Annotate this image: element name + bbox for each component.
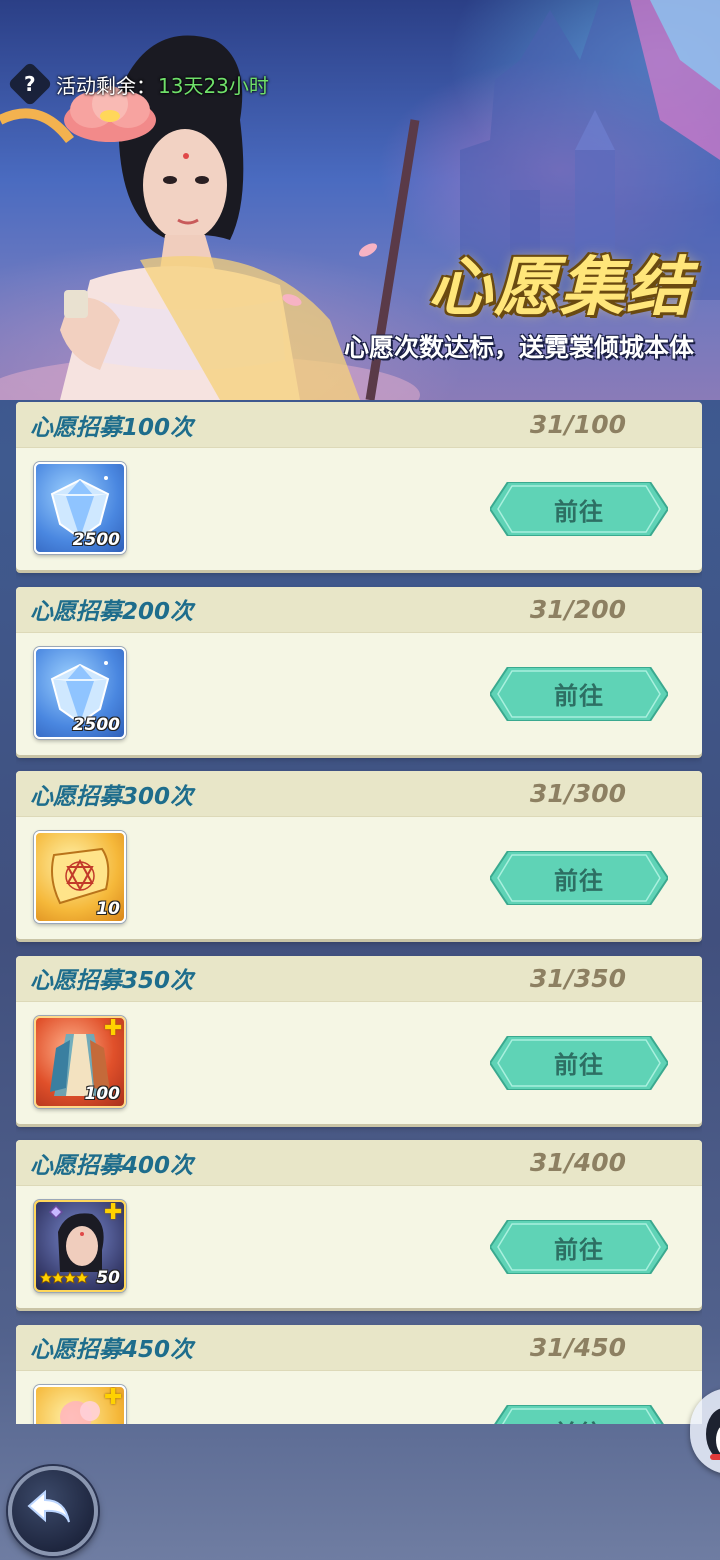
question-icon[interactable]: ? bbox=[7, 61, 53, 107]
event-subtitle: 心愿次数达标，送霓裳倾城本体 bbox=[343, 333, 694, 362]
back-button[interactable] bbox=[8, 1466, 98, 1556]
task-progress: 31/200 bbox=[529, 594, 626, 624]
floating-assistant[interactable] bbox=[690, 1388, 720, 1474]
go-button-label: 前往 bbox=[554, 682, 604, 710]
reward-count: 2500 bbox=[72, 714, 120, 735]
reward-count: 2500 bbox=[72, 530, 120, 550]
back-arrow-icon bbox=[27, 1489, 70, 1523]
plus-badge-icon: ✚ bbox=[104, 1015, 123, 1041]
reward-count: 10 bbox=[96, 899, 120, 919]
reward-item[interactable]: ✚ 50 bbox=[34, 1200, 126, 1292]
task-card: 心愿招募450次 31/450 ✚ 前往 bbox=[16, 1324, 702, 1424]
timer-label: 活动剩余： bbox=[56, 73, 156, 98]
task-title: 心愿招募400次 bbox=[30, 1152, 194, 1179]
task-title: 心愿招募100次 bbox=[30, 414, 194, 441]
go-button[interactable]: 前往 bbox=[490, 1220, 668, 1274]
plus-badge-icon: ✚ bbox=[104, 1384, 123, 1410]
task-progress: 31/100 bbox=[529, 410, 626, 439]
reward-count: 100 bbox=[84, 1083, 121, 1104]
go-button-label: 前往 bbox=[554, 1414, 604, 1424]
go-button[interactable]: 前往 bbox=[490, 851, 668, 905]
task-card: 心愿招募200次 31/200 2500 前往 bbox=[16, 586, 702, 755]
reward-item[interactable]: ✚ 100 bbox=[34, 1015, 126, 1108]
task-header: 心愿招募350次 31/350 bbox=[16, 955, 702, 1002]
reward-item[interactable]: 2500 bbox=[34, 462, 126, 554]
task-header: 心愿招募450次 31/450 bbox=[16, 1324, 702, 1371]
event-timer: ? 活动剩余： 13天23小时 bbox=[7, 61, 269, 107]
go-button[interactable]: 前往 bbox=[490, 1404, 668, 1424]
reward-item[interactable]: ✚ bbox=[34, 1384, 126, 1424]
plus-badge-icon: ✚ bbox=[104, 1200, 123, 1225]
task-title: 心愿招募450次 bbox=[30, 1337, 194, 1363]
task-progress: 31/400 bbox=[529, 1148, 626, 1177]
task-title: 心愿招募300次 bbox=[30, 783, 194, 810]
task-title: 心愿招募200次 bbox=[30, 599, 194, 625]
task-progress: 31/450 bbox=[529, 1332, 626, 1362]
task-card: 心愿招募300次 31/300 10 前往 bbox=[16, 771, 702, 939]
go-button-label: 前往 bbox=[554, 1051, 604, 1079]
task-header: 心愿招募400次 31/400 bbox=[16, 1140, 702, 1186]
task-title: 心愿招募350次 bbox=[30, 968, 194, 994]
task-progress: 31/350 bbox=[529, 963, 626, 993]
event-banner: ? 活动剩余： 13天23小时 心愿集结 心愿次数达标，送霓裳倾城本体 bbox=[0, 0, 720, 400]
penguin-icon bbox=[706, 1408, 720, 1460]
task-header: 心愿招募200次 31/200 bbox=[16, 586, 702, 633]
timer-value: 13天23小时 bbox=[158, 73, 269, 98]
go-button[interactable]: 前往 bbox=[490, 1035, 668, 1090]
task-header: 心愿招募300次 31/300 bbox=[16, 771, 702, 817]
go-button-label: 前往 bbox=[554, 497, 604, 526]
reward-item[interactable]: 2500 bbox=[34, 646, 126, 739]
go-button-label: 前往 bbox=[554, 1235, 604, 1264]
task-card: 心愿招募350次 31/350 ✚ 100 前往 bbox=[16, 955, 702, 1124]
reward-item[interactable]: 10 bbox=[34, 831, 126, 923]
task-card: 心愿招募100次 31/100 2500 前往 bbox=[16, 402, 702, 570]
task-card: 心愿招募400次 31/400 ✚ 50 前往 bbox=[16, 1140, 702, 1308]
task-header: 心愿招募100次 31/100 bbox=[16, 402, 702, 448]
reward-count: 50 bbox=[96, 1268, 120, 1288]
task-progress: 31/300 bbox=[529, 779, 626, 808]
task-list[interactable]: 心愿招募100次 31/100 2500 前往 心愿招募200次 31/200 bbox=[16, 402, 702, 1424]
go-button[interactable]: 前往 bbox=[490, 482, 668, 536]
go-button[interactable]: 前往 bbox=[490, 666, 668, 721]
go-button-label: 前往 bbox=[554, 866, 604, 895]
event-title: 心愿集结 bbox=[428, 251, 692, 325]
